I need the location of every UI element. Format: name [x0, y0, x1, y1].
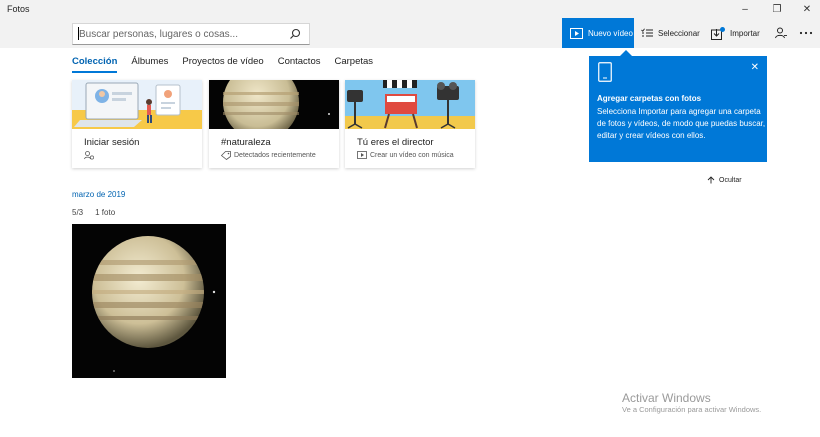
main-tabs: Colección Álbumes Proyectos de vídeo Con… — [72, 56, 373, 73]
import-icon — [711, 26, 725, 40]
add-folders-popup: ✕ Agregar carpetas con fotos Selecciona … — [589, 56, 767, 162]
arrow-up-icon — [707, 176, 715, 184]
select-list-icon — [641, 28, 653, 37]
more-options-button[interactable] — [799, 18, 813, 48]
director-illustration — [345, 80, 475, 129]
close-icon: ✕ — [750, 62, 759, 73]
minimize-icon: – — [742, 3, 748, 15]
card-title: #naturaleza — [221, 137, 271, 148]
hide-label: Ocultar — [719, 176, 742, 184]
jupiter-thumbnail — [209, 80, 339, 129]
select-label: Seleccionar — [658, 28, 700, 38]
text-caret — [78, 27, 79, 40]
video-icon — [357, 151, 367, 159]
sign-in-card[interactable]: Iniciar sesión — [72, 80, 202, 168]
search-input[interactable] — [73, 24, 283, 45]
card-title: Iniciar sesión — [84, 137, 140, 148]
import-label: Importar — [730, 28, 760, 38]
group-day: 5/3 — [72, 208, 84, 217]
select-button[interactable]: Seleccionar — [641, 18, 700, 48]
photo-tile[interactable] — [72, 224, 226, 378]
close-window-button[interactable]: ✕ — [792, 0, 820, 18]
activation-watermark-subtitle: Ve a Configuración para activar Windows. — [622, 405, 762, 414]
card-title: Tú eres el director — [357, 137, 434, 148]
tab-proyectos-de-video[interactable]: Proyectos de vídeo — [182, 56, 263, 73]
app-title: Fotos — [7, 4, 30, 14]
person-sync-icon — [84, 151, 94, 160]
tab-contactos[interactable]: Contactos — [278, 56, 321, 73]
nature-card[interactable]: #naturaleza Detectados recientemente — [209, 80, 339, 168]
group-info: 5/3 1 foto — [72, 208, 115, 217]
more-dots-icon — [799, 31, 813, 35]
card-subtitle-text: Crear un vídeo con música — [370, 151, 454, 159]
minimize-button[interactable]: – — [730, 0, 760, 18]
card-subtitle: Crear un vídeo con música — [357, 151, 454, 159]
video-play-icon — [570, 27, 583, 39]
search-box[interactable] — [72, 23, 310, 45]
popup-body: Selecciona Importar para agregar una car… — [597, 107, 766, 140]
person-add-icon — [775, 27, 787, 39]
hide-button[interactable]: Ocultar — [707, 176, 742, 184]
group-count: 1 foto — [95, 208, 116, 217]
card-subtitle-text: Detectados recientemente — [234, 152, 316, 159]
card-subtitle — [84, 151, 97, 160]
close-popup-button[interactable]: ✕ — [751, 62, 759, 73]
new-video-button[interactable]: Nuevo vídeo — [562, 18, 634, 48]
tab-carpetas[interactable]: Carpetas — [334, 56, 373, 73]
search-icon[interactable] — [289, 28, 301, 40]
new-video-label: Nuevo vídeo — [588, 28, 633, 38]
activation-watermark-title: Activar Windows — [622, 391, 711, 405]
card-subtitle: Detectados recientemente — [221, 151, 316, 160]
tab-albumes[interactable]: Álbumes — [131, 56, 168, 73]
popup-heading: Agregar carpetas con fotos — [597, 94, 702, 103]
tablet-icon — [598, 62, 612, 82]
restore-icon: ❐ — [772, 3, 782, 15]
account-button[interactable] — [775, 18, 787, 48]
restore-button[interactable]: ❐ — [762, 0, 792, 18]
director-card[interactable]: Tú eres el director Crear un vídeo con m… — [345, 80, 475, 168]
tab-coleccion[interactable]: Colección — [72, 56, 118, 73]
jupiter-photo — [72, 224, 226, 378]
tag-icon — [221, 151, 231, 160]
sign-in-illustration — [72, 80, 202, 129]
date-heading[interactable]: marzo de 2019 — [72, 190, 125, 199]
import-button[interactable]: Importar — [711, 18, 760, 48]
title-bar: Fotos – ❐ ✕ — [0, 0, 820, 18]
close-icon: ✕ — [802, 3, 812, 15]
